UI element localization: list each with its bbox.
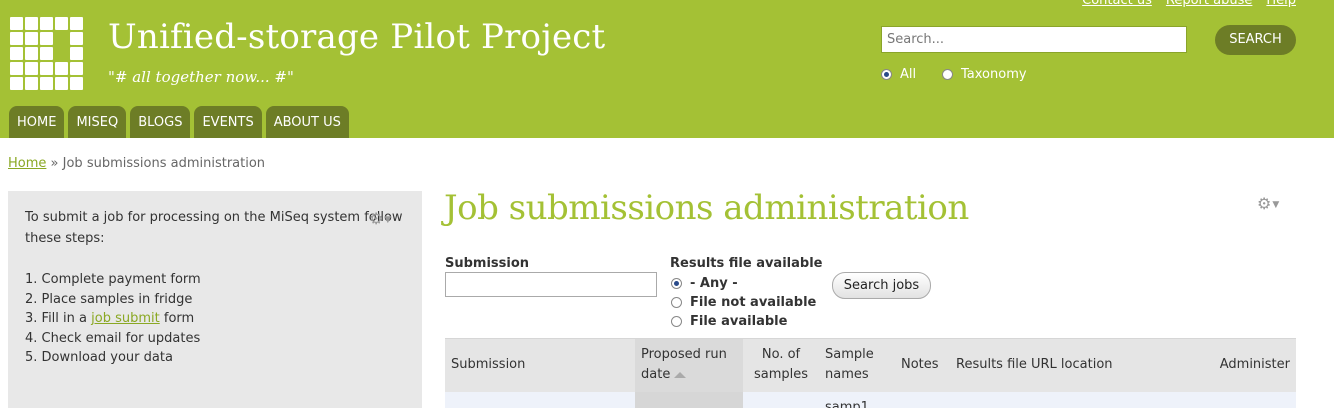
- results-option-not-available[interactable]: File not available: [671, 295, 816, 310]
- radio-unselected-icon[interactable]: [671, 297, 682, 308]
- column-header-sample-names[interactable]: Sample names: [819, 339, 895, 392]
- nav-item-blogs[interactable]: BLOGS: [130, 106, 191, 138]
- logo-grid-icon[interactable]: [10, 17, 83, 91]
- results-option-available[interactable]: File available: [671, 314, 787, 329]
- search-jobs-button[interactable]: Search jobs: [832, 272, 931, 299]
- submission-filter-label: Submission: [445, 256, 530, 271]
- contact-us-link[interactable]: Contact us: [1082, 0, 1152, 8]
- page-title: Job submissions administration: [444, 188, 969, 228]
- sort-asc-icon: [674, 371, 687, 378]
- table-cell: [445, 392, 635, 408]
- breadcrumb-separator: »: [50, 156, 59, 171]
- column-header-administer: Administer: [1219, 357, 1290, 373]
- scope-all-label: All: [900, 67, 917, 82]
- instructions-intro: To submit a job for processing on the Mi…: [25, 210, 403, 246]
- radio-unselected-icon[interactable]: [942, 69, 953, 80]
- results-option-label: - Any -: [690, 276, 738, 291]
- table-cell: [950, 392, 1196, 408]
- search-input[interactable]: [881, 26, 1187, 53]
- main-nav: HOME MISEQ BLOGS EVENTS ABOUT US: [9, 106, 349, 138]
- table-cell: [1196, 392, 1296, 408]
- radio-selected-icon[interactable]: [671, 278, 682, 289]
- table-cell: [895, 392, 950, 408]
- site-name[interactable]: Unified-storage Pilot Project: [108, 17, 605, 57]
- table-header-row: Submission Proposed run date No. of samp…: [445, 338, 1296, 392]
- column-header-results-file-url[interactable]: Results file URL location: [950, 339, 1196, 392]
- submission-filter-input[interactable]: [445, 272, 657, 297]
- report-abuse-link[interactable]: Report abuse: [1166, 0, 1252, 8]
- search-button[interactable]: SEARCH: [1215, 25, 1296, 55]
- job-submit-link[interactable]: job submit: [91, 311, 160, 326]
- step-3-suffix: form: [163, 311, 195, 326]
- secondary-links: Contact us Report abuse Help: [1082, 0, 1296, 8]
- breadcrumb-home-link[interactable]: Home: [8, 156, 46, 171]
- step-item: 1. Complete payment form: [25, 272, 201, 287]
- table-row: samp1: [445, 391, 1296, 408]
- table-cell-sample-names: samp1: [825, 399, 869, 408]
- scope-all-radio[interactable]: All: [881, 67, 916, 82]
- nav-item-events[interactable]: EVENTS: [194, 106, 262, 138]
- site-header: Unified-storage Pilot Project "# all tog…: [0, 0, 1334, 138]
- results-option-any[interactable]: - Any -: [671, 276, 738, 291]
- step-item: 4. Check email for updates: [25, 330, 201, 346]
- results-filter-label: Results file available: [670, 256, 823, 271]
- step-item: 3. Fill in a job submit form: [25, 309, 405, 329]
- radio-selected-icon[interactable]: [881, 69, 892, 80]
- radio-unselected-icon[interactable]: [671, 316, 682, 327]
- breadcrumb-current: Job submissions administration: [62, 156, 266, 171]
- gear-icon[interactable]: ⚙▼: [369, 209, 391, 228]
- nav-item-miseq[interactable]: MISEQ: [68, 106, 127, 138]
- step-item: 5. Download your data: [25, 350, 173, 365]
- jobs-table: Submission Proposed run date No. of samp…: [445, 338, 1296, 408]
- scope-taxonomy-label: Taxonomy: [961, 67, 1027, 82]
- table-cell: [743, 392, 819, 408]
- results-option-label: File available: [690, 314, 788, 329]
- results-option-label: File not available: [690, 295, 817, 310]
- instructions-steps: 1. Complete payment form 2. Place sample…: [25, 270, 405, 368]
- nav-item-about-us[interactable]: ABOUT US: [265, 106, 349, 138]
- gear-icon[interactable]: ⚙▼: [1257, 194, 1279, 213]
- column-header-submission[interactable]: Submission: [445, 339, 635, 392]
- step-3-prefix: 3. Fill in a: [25, 311, 87, 326]
- column-header-notes[interactable]: Notes: [895, 339, 950, 392]
- column-header-no-of-samples[interactable]: No. of samples: [743, 339, 819, 392]
- column-header-proposed-run-date[interactable]: Proposed run date: [635, 338, 743, 392]
- step-item: 2. Place samples in fridge: [25, 291, 193, 307]
- table-cell: [635, 391, 743, 408]
- submission-instructions-block: To submit a job for processing on the Mi…: [8, 191, 422, 408]
- chevron-down-icon: ▼: [384, 214, 392, 225]
- help-link[interactable]: Help: [1266, 0, 1296, 8]
- chevron-down-icon: ▼: [1272, 199, 1280, 210]
- nav-item-home[interactable]: HOME: [9, 106, 65, 138]
- site-slogan: "# all together now... #": [108, 68, 294, 86]
- scope-taxonomy-radio[interactable]: Taxonomy: [942, 67, 1027, 82]
- breadcrumb: Home » Job submissions administration: [8, 156, 265, 171]
